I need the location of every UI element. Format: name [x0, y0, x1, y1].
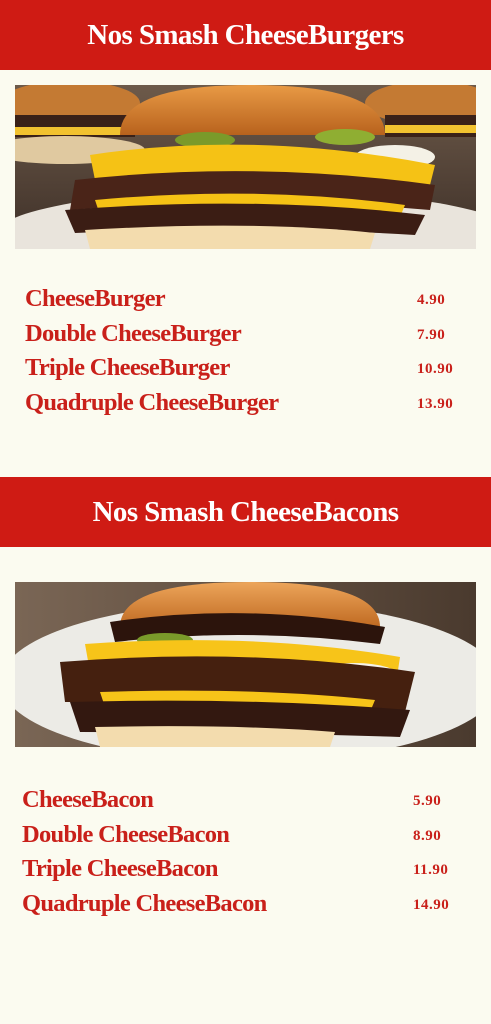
menu-item-name: Double CheeseBacon	[22, 820, 230, 848]
cheeseburger-menu-list: CheeseBurger 4.90 Double CheeseBurger 7.…	[0, 285, 491, 423]
smash-cheeseburger-photo	[15, 85, 476, 249]
menu-item-name: Triple CheeseBurger	[25, 354, 230, 381]
menu-item-price: 4.90	[417, 292, 446, 308]
menu-item-name: CheeseBurger	[25, 285, 166, 312]
cheesebacon-menu-list: CheeseBacon 5.90 Double CheeseBacon 8.90…	[0, 786, 491, 924]
menu-item: Triple CheeseBurger 10.90	[0, 354, 491, 389]
menu-item-name: Triple CheeseBacon	[22, 855, 219, 882]
menu-item-price: 14.90	[413, 896, 450, 913]
menu-item: Double CheeseBacon 8.90	[0, 821, 491, 856]
menu-item: CheeseBurger 4.90	[0, 285, 491, 320]
menu-item: Triple CheeseBacon 11.90	[0, 855, 491, 890]
menu-item-price: 8.90	[413, 827, 442, 844]
menu-item: Double CheeseBurger 7.90	[0, 320, 491, 355]
menu-item-name: Quadruple CheeseBurger	[25, 388, 279, 416]
menu-item-price: 5.90	[413, 793, 442, 809]
menu-item-price: 13.90	[417, 395, 454, 412]
menu-item-name: CheeseBacon	[22, 786, 154, 813]
menu-item-price: 11.90	[413, 862, 449, 878]
menu-item-price: 7.90	[417, 326, 446, 343]
menu-item: CheeseBacon 5.90	[0, 786, 491, 821]
menu-item-price: 10.90	[417, 361, 454, 377]
section-title-cheesebacons: Nos Smash CheeseBacons	[0, 477, 491, 547]
menu-item: Quadruple CheeseBacon 14.90	[0, 890, 491, 925]
menu-item-name: Double CheeseBurger	[25, 319, 242, 347]
menu-item: Quadruple CheeseBurger 13.90	[0, 389, 491, 424]
smash-cheesebacon-photo	[15, 582, 476, 747]
menu-item-name: Quadruple CheeseBacon	[22, 889, 267, 917]
section-title-cheeseburgers: Nos Smash CheeseBurgers	[0, 0, 491, 70]
